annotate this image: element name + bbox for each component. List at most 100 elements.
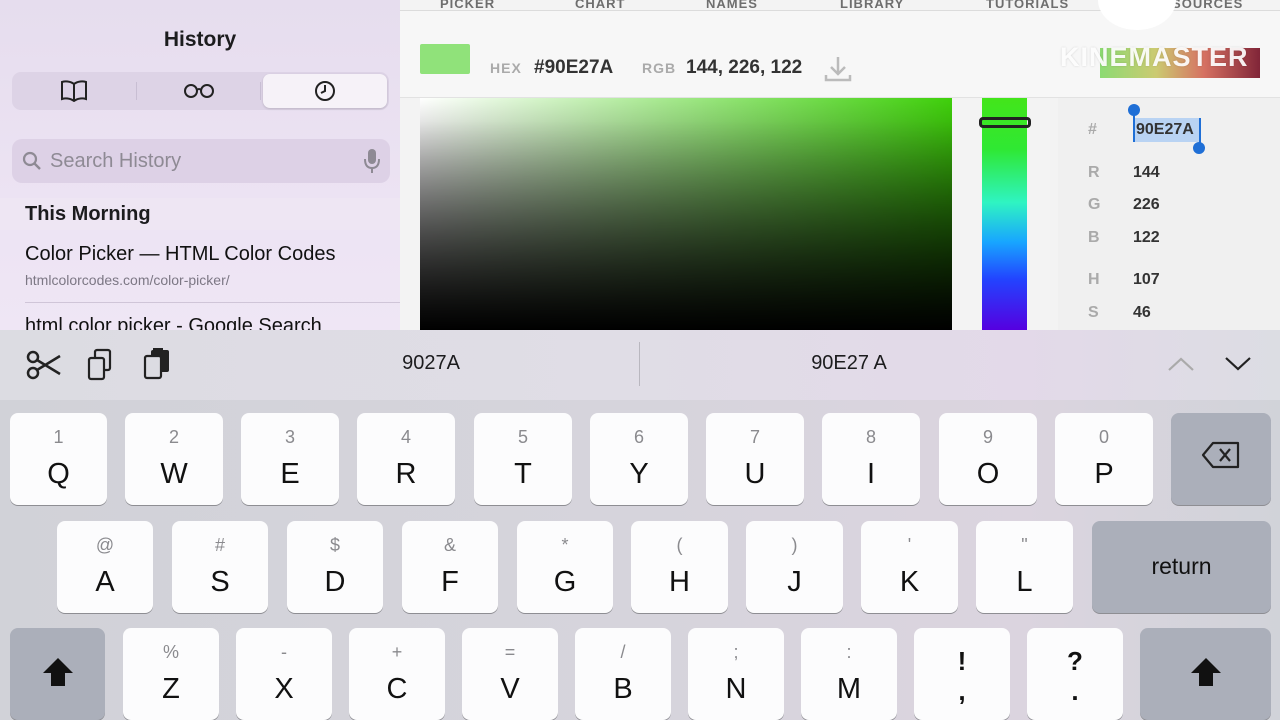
key-x[interactable]: -X	[236, 628, 332, 720]
shift-icon	[1190, 658, 1221, 686]
key-i[interactable]: 8I	[822, 413, 920, 505]
key-v[interactable]: = V	[462, 628, 558, 720]
key-p[interactable]: 0P	[1055, 413, 1153, 505]
key-secondary-label: "	[1021, 535, 1028, 555]
key-shift-left[interactable]	[10, 628, 105, 720]
key-label: U	[744, 458, 766, 490]
chevron-up-icon[interactable]	[1167, 356, 1195, 372]
key-m[interactable]: :M	[801, 628, 897, 720]
backspace-icon	[1201, 441, 1240, 469]
row-label: B	[1088, 229, 1100, 246]
key-label: !	[957, 646, 967, 676]
key-d[interactable]: $ D	[287, 521, 383, 613]
history-item-title: html color picker - Google Search	[25, 315, 322, 330]
history-item[interactable]: Color Picker — HTML Color Codes htmlcolo…	[25, 243, 395, 288]
key-z[interactable]: % Z	[123, 628, 219, 720]
paste-icon[interactable]	[142, 347, 172, 381]
hex-input[interactable]: 90E27A	[1134, 118, 1200, 142]
key-label: K	[899, 566, 920, 598]
key-label: D	[324, 566, 346, 598]
hue-slider-handle[interactable]	[979, 117, 1031, 128]
key-question-period[interactable]: ?.	[1027, 628, 1123, 720]
key-label: T	[514, 458, 532, 490]
key-label: R	[395, 458, 417, 490]
key-o[interactable]: 9O	[939, 413, 1037, 505]
key-label: .	[1071, 676, 1079, 706]
hue-slider[interactable]	[982, 98, 1027, 330]
key-secondary-label: 2	[168, 427, 179, 447]
key-secondary-label: 4	[400, 427, 411, 447]
tab-bookmarks[interactable]	[12, 72, 136, 110]
key-t[interactable]: 5T	[474, 413, 572, 505]
hash-label: #	[1088, 121, 1097, 138]
key-secondary-label: 1	[53, 427, 64, 447]
key-label: E	[280, 458, 300, 490]
color-swatch	[420, 44, 470, 74]
key-w[interactable]: 2W	[125, 413, 223, 505]
key-secondary-label: 5	[517, 427, 528, 447]
key-secondary-label: %	[162, 642, 179, 662]
key-e[interactable]: 3E	[241, 413, 339, 505]
key-exclamation-comma[interactable]: !,	[914, 628, 1010, 720]
key-f[interactable]: & F	[402, 521, 498, 613]
keyboard-shortcut-bar: 9027A 90E27 A	[0, 330, 1280, 400]
key-c[interactable]: + C	[349, 628, 445, 720]
tab-reading-list[interactable]	[137, 72, 261, 110]
return-key[interactable]: return	[1092, 521, 1271, 613]
row-value[interactable]: 226	[1133, 196, 1160, 214]
row-value[interactable]: 122	[1133, 229, 1160, 247]
key-s[interactable]: # S	[172, 521, 268, 613]
key-label: M	[836, 673, 862, 705]
key-label: S	[210, 566, 230, 598]
key-a[interactable]: @ A	[57, 521, 153, 613]
microphone-icon[interactable]	[364, 148, 380, 174]
selection-caret-start	[1133, 114, 1135, 142]
key-shift-right[interactable]	[1140, 628, 1271, 720]
key-k[interactable]: ' K	[861, 521, 958, 613]
key-label: F	[441, 566, 459, 598]
history-sidebar: History Search History This Morning Colo…	[0, 0, 400, 330]
on-screen-keyboard: 1Q 2W 3E 4R 5T 6Y 7U 8I 9O 0P @ A # S $ D &…	[0, 400, 1280, 720]
sidebar-segmented-control	[12, 72, 389, 110]
saturation-value-picker[interactable]	[420, 98, 952, 330]
key-y[interactable]: 6Y	[590, 413, 688, 505]
key-icon-wrap	[1140, 656, 1271, 688]
key-label: ,	[958, 676, 966, 706]
autocorrect-suggestion[interactable]: 9027A	[331, 352, 531, 375]
key-secondary-label: 7	[749, 427, 760, 447]
key-secondary-label: 9	[982, 427, 993, 447]
key-q[interactable]: 1Q	[10, 413, 107, 505]
key-u[interactable]: 7U	[706, 413, 804, 505]
selection-caret-end	[1199, 118, 1201, 144]
key-h[interactable]: (H	[631, 521, 728, 613]
row-value[interactable]: 107	[1133, 271, 1160, 289]
search-placeholder: Search History	[50, 149, 182, 172]
row-value[interactable]: 144	[1133, 164, 1160, 182]
key-label: A	[95, 566, 115, 598]
key-secondary-label: 3	[284, 427, 295, 447]
key-g[interactable]: * G	[517, 521, 613, 613]
key-n[interactable]: ; N	[688, 628, 784, 720]
download-icon[interactable]	[824, 55, 852, 83]
search-history-field[interactable]: Search History	[12, 139, 390, 183]
row-value[interactable]: 46	[1133, 304, 1151, 322]
key-label: C	[386, 673, 408, 705]
autocorrect-suggestion[interactable]: 90E27 A	[749, 352, 949, 375]
history-item[interactable]: html color picker - Google Search	[25, 315, 395, 330]
selection-handle-end[interactable]	[1193, 142, 1205, 154]
tab-history[interactable]	[263, 74, 388, 108]
key-r[interactable]: 4R	[357, 413, 455, 505]
key-l[interactable]: " L	[976, 521, 1073, 613]
copy-icon[interactable]	[86, 348, 114, 382]
key-b[interactable]: / B	[575, 628, 671, 720]
key-label: Z	[162, 673, 180, 705]
cut-icon[interactable]	[26, 350, 62, 380]
key-label: X	[274, 673, 294, 705]
row-label: H	[1088, 271, 1100, 288]
key-j[interactable]: ) J	[746, 521, 843, 613]
list-divider	[25, 302, 400, 303]
key-label: ?	[1067, 646, 1083, 676]
key-backspace[interactable]	[1171, 413, 1271, 505]
chevron-down-icon[interactable]	[1224, 356, 1252, 372]
sidebar-title: History	[163, 28, 237, 51]
